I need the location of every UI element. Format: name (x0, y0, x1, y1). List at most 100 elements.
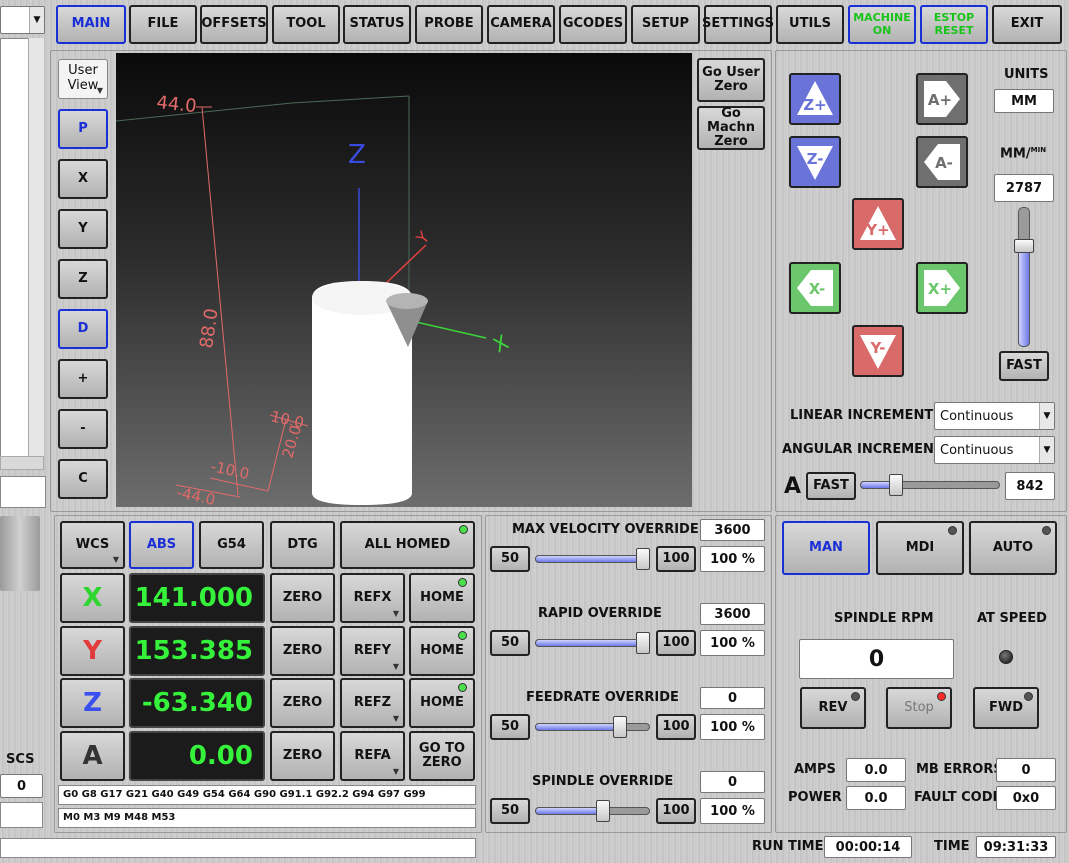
jog-yplus-button[interactable]: Y+ (852, 198, 904, 250)
ref-y-button[interactable]: REFY ▼ (340, 626, 405, 676)
go-user-zero-button[interactable]: Go User Zero (697, 58, 765, 102)
view-button-y[interactable]: Y (58, 209, 108, 249)
wcs-button[interactable]: WCS ▼ (60, 521, 125, 569)
all-homed-button[interactable]: ALL HOMED (340, 521, 475, 569)
feedrate-override-min-button[interactable]: 50 (490, 714, 530, 740)
axis-z-button[interactable]: Z (60, 678, 125, 728)
left-scrollbar[interactable] (28, 38, 44, 470)
max-velocity-override-min-button[interactable]: 50 (490, 546, 530, 572)
dtg-button[interactable]: DTG (270, 521, 335, 569)
tab-utils[interactable]: UTILS (776, 5, 844, 44)
rapid-override-max-button[interactable]: 100 (656, 630, 696, 656)
spindle-override-value: 0 (700, 771, 765, 793)
left-hscroll[interactable] (0, 456, 44, 470)
scs-value: 0 (0, 774, 43, 798)
tab-estop-reset[interactable]: ESTOP RESET (920, 5, 988, 44)
zero-a-button[interactable]: ZERO (270, 731, 335, 781)
units-label: UNITS (1004, 67, 1049, 82)
view-button-c[interactable]: C (58, 459, 108, 499)
ref-z-button[interactable]: REFZ ▼ (340, 678, 405, 728)
view-button-p[interactable]: P (58, 109, 108, 149)
view-button-zoom-in[interactable]: + (58, 359, 108, 399)
chevron-down-icon: ▼ (392, 714, 399, 724)
feedrate-override-max-button[interactable]: 100 (656, 714, 696, 740)
left-input[interactable] (0, 476, 46, 508)
chevron-down-icon: ▼ (392, 662, 399, 672)
fault-code-value: 0x0 (996, 786, 1056, 810)
axis-x-button[interactable]: X (60, 573, 125, 623)
jog-zplus-button[interactable]: Z+ (789, 73, 841, 125)
rapid-override-slider-fill (535, 639, 650, 647)
spindle-override-label: SPINDLE OVERRIDE (532, 774, 674, 789)
view-button-x[interactable]: X (58, 159, 108, 199)
linear-increment-select[interactable]: Continuous ▼ (934, 402, 1055, 430)
zero-z-button[interactable]: ZERO (270, 678, 335, 728)
run-time-label: RUN TIME (752, 839, 824, 854)
max-velocity-override-slider-handle[interactable] (636, 548, 650, 570)
jog-rate-slider-handle[interactable] (1014, 239, 1034, 253)
3d-viewport[interactable]: 44.0 88.0 10.0 20.0 -10.0 -44.0 Z X Y (116, 53, 692, 507)
abs-button[interactable]: ABS (129, 521, 194, 569)
jog-rate-slider-fill (1018, 246, 1030, 347)
svg-text:A-: A- (935, 154, 953, 172)
svg-text:A+: A+ (928, 91, 952, 109)
view-button-zoom-out[interactable]: - (58, 409, 108, 449)
xplus-icon: X+ (924, 270, 960, 306)
jog-xplus-button[interactable]: X+ (916, 262, 968, 314)
feedrate-override-percent: 100 % (700, 714, 765, 740)
zplus-icon: Z+ (797, 81, 833, 115)
home-a-button[interactable]: GO TO ZERO (409, 731, 475, 781)
spindle-override-min-button[interactable]: 50 (490, 798, 530, 824)
tab-gcodes[interactable]: GCODES (559, 5, 627, 44)
home-y-led (458, 631, 467, 640)
spindle-override-slider-handle[interactable] (596, 800, 610, 822)
jog-rate-label: MM/MIN (1000, 146, 1047, 162)
left-combo[interactable]: ▼ (0, 6, 45, 34)
zero-x-button[interactable]: ZERO (270, 573, 335, 623)
a-rate-slider-handle[interactable] (889, 474, 903, 496)
tab-offsets[interactable]: OFFSETS (200, 5, 268, 44)
ref-a-button[interactable]: REFA ▼ (340, 731, 405, 781)
a-fast-button[interactable]: FAST (806, 472, 856, 500)
tab-exit[interactable]: EXIT (992, 5, 1062, 44)
mode-man-button[interactable]: MAN (782, 521, 870, 575)
feedrate-override-slider-handle[interactable] (613, 716, 627, 738)
tab-camera[interactable]: CAMERA (487, 5, 555, 44)
rapid-override-slider-handle[interactable] (636, 632, 650, 654)
user-view-button[interactable]: User View ▼ (58, 59, 108, 99)
tab-machine-on[interactable]: MACHINE ON (848, 5, 916, 44)
home-a-label: GO TO ZERO (418, 740, 466, 770)
stop-led (937, 692, 946, 701)
g54-button[interactable]: G54 (199, 521, 264, 569)
axis-a-button[interactable]: A (60, 731, 125, 781)
view-button-d[interactable]: D (58, 309, 108, 349)
tab-file[interactable]: FILE (129, 5, 197, 44)
jog-aplus-button[interactable]: A+ (916, 73, 968, 125)
tab-tool[interactable]: TOOL (272, 5, 340, 44)
yminus-icon: Y- (860, 335, 896, 369)
chevron-down-icon: ▼ (96, 86, 103, 96)
tab-setup[interactable]: SETUP (631, 5, 700, 44)
go-machine-zero-button[interactable]: Go Machn Zero (697, 106, 765, 150)
svg-text:Z+: Z+ (803, 96, 826, 114)
jog-xminus-button[interactable]: X- (789, 262, 841, 314)
mode-auto-led (1042, 526, 1051, 535)
mb-errors-value: 0 (996, 758, 1056, 782)
axis-y-button[interactable]: Y (60, 626, 125, 676)
zero-y-button[interactable]: ZERO (270, 626, 335, 676)
tab-status[interactable]: STATUS (343, 5, 411, 44)
view-button-z[interactable]: Z (58, 259, 108, 299)
angular-increment-select[interactable]: Continuous ▼ (934, 436, 1055, 464)
jog-aminus-button[interactable]: A- (916, 136, 968, 188)
tab-probe[interactable]: PROBE (415, 5, 483, 44)
max-velocity-override-slider-fill (535, 555, 650, 563)
ref-x-button[interactable]: REFX ▼ (340, 573, 405, 623)
jog-fast-button[interactable]: FAST (999, 351, 1049, 381)
spindle-override-max-button[interactable]: 100 (656, 798, 696, 824)
jog-zminus-button[interactable]: Z- (789, 136, 841, 188)
rapid-override-min-button[interactable]: 50 (490, 630, 530, 656)
jog-yminus-button[interactable]: Y- (852, 325, 904, 377)
tab-main[interactable]: MAIN (56, 5, 126, 44)
max-velocity-override-max-button[interactable]: 100 (656, 546, 696, 572)
tab-settings[interactable]: SETTINGS (702, 5, 774, 44)
